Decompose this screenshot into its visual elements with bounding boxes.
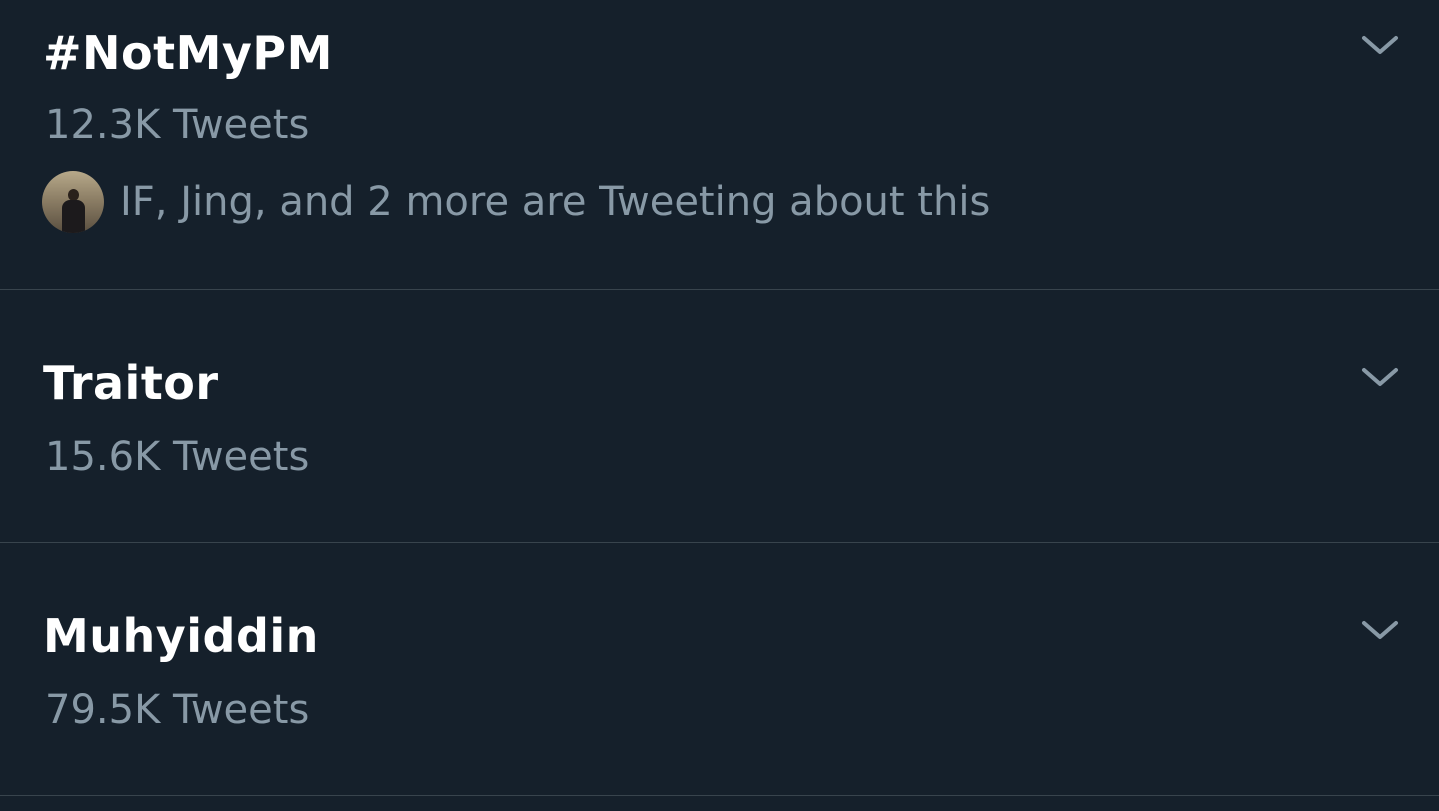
trend-item-muhyiddin[interactable]: Muhyiddin 79.5K Tweets xyxy=(0,543,1439,796)
trend-item-traitor[interactable]: Traitor 15.6K Tweets xyxy=(0,290,1439,543)
trend-social-context: IF, Jing, and 2 more are Tweeting about … xyxy=(42,170,990,234)
trend-tweet-count: 12.3K Tweets xyxy=(45,102,310,148)
trend-name: Muhyiddin xyxy=(43,609,319,663)
social-context-text: IF, Jing, and 2 more are Tweeting about … xyxy=(120,179,991,225)
trend-tweet-count: 15.6K Tweets xyxy=(45,434,310,480)
trend-name: #NotMyPM xyxy=(43,26,333,80)
chevron-down-icon[interactable] xyxy=(1358,30,1402,60)
trend-tweet-count: 79.5K Tweets xyxy=(45,687,310,733)
avatar xyxy=(42,171,104,233)
trend-name: Traitor xyxy=(43,356,219,410)
chevron-down-icon[interactable] xyxy=(1358,615,1402,645)
trend-item-notmypm[interactable]: #NotMyPM 12.3K Tweets IF, Jing, and 2 mo… xyxy=(0,0,1439,290)
chevron-down-icon[interactable] xyxy=(1358,362,1402,392)
